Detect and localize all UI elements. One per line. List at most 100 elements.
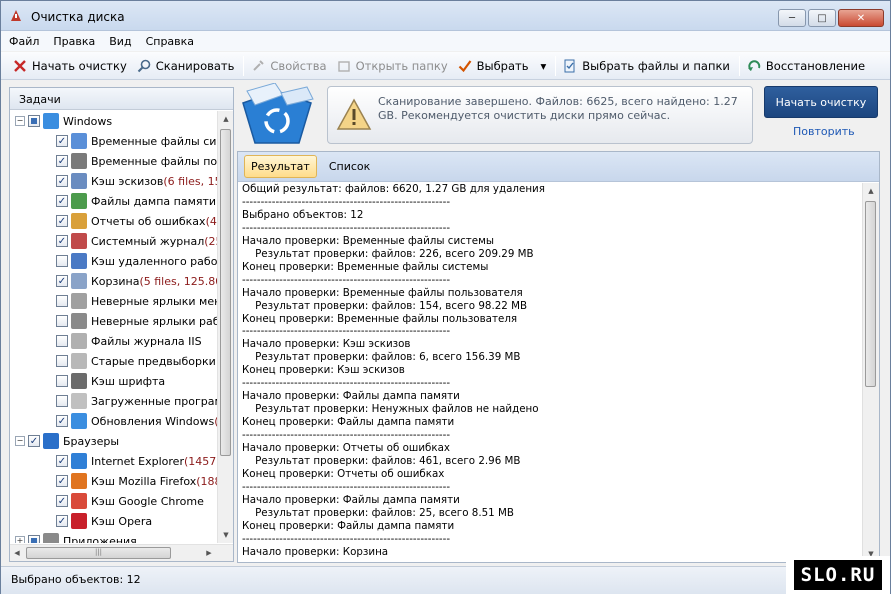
scroll-right-arrow-icon[interactable]: ▶ [202, 545, 216, 561]
tree-checkbox[interactable]: ✓ [56, 455, 68, 467]
tree-item[interactable]: ✓ Кэш Opera [10, 511, 219, 531]
tree-hscroll-thumb[interactable]: ||| [26, 547, 171, 559]
tree-vertical-scrollbar[interactable]: ▲ ▼ [217, 111, 233, 543]
tree-item[interactable]: Файлы журнала IIS [10, 331, 219, 351]
tree-item-stat: (5 files, 125.80 K [139, 274, 219, 288]
tree-item-label: Windows [63, 114, 113, 128]
tree-group[interactable]: − Windows [10, 111, 219, 131]
results-vertical-scrollbar[interactable]: ▲ ▼ [862, 183, 879, 562]
menu-item-0[interactable]: Файл [9, 35, 39, 48]
tab-0[interactable]: Результат [244, 155, 317, 178]
minimize-button[interactable]: ─ [778, 9, 806, 27]
menu-item-3[interactable]: Справка [146, 35, 194, 48]
tree-item[interactable]: Старые предвыборки да [10, 351, 219, 371]
tree-checkbox[interactable] [56, 315, 68, 327]
restore-icon [746, 58, 762, 74]
tree-item[interactable]: ✓ Internet Explorer (1457 file [10, 451, 219, 471]
tree-item[interactable]: ✓ Кэш Google Chrome [10, 491, 219, 511]
tree-checkbox[interactable]: ✓ [28, 435, 40, 447]
toolbar-button-7[interactable]: Выбрать файлы и папки [559, 54, 736, 78]
tree-item-label: Internet Explorer [91, 454, 184, 468]
log-line: ----------------------------------------… [242, 532, 451, 545]
tree-item[interactable]: ✓ Кэш Mozilla Firefox (1885 f [10, 471, 219, 491]
tree-checkbox[interactable]: ✓ [56, 155, 68, 167]
tree-checkbox[interactable] [28, 115, 40, 127]
disk-cleanup-window: Очистка диска ─ □ ✕ Файл Правка Вид Справка… [0, 0, 891, 594]
tree-checkbox[interactable]: ✓ [56, 195, 68, 207]
tasks-tree[interactable]: − Windows ✓ Временные файлы систем ✓ Временны… [10, 111, 219, 543]
tree-item[interactable]: ✓Системный журнал (25 fil [10, 231, 219, 251]
close-button[interactable]: ✕ [838, 9, 884, 27]
tree-item-label: Корзина [91, 274, 140, 288]
tree-horizontal-scrollbar[interactable]: ◀ ||| ▶ [10, 544, 233, 561]
scroll-down-arrow-icon[interactable]: ▼ [218, 527, 234, 543]
tree-item[interactable]: Неверные ярлыки рабоче [10, 311, 219, 331]
scroll-left-arrow-icon[interactable]: ◀ [10, 545, 24, 561]
log-line: ----------------------------------------… [242, 325, 451, 338]
log-line: Конец проверки: Временные файлы системы [242, 260, 489, 273]
toolbar-button-1[interactable]: Сканировать [133, 54, 241, 78]
select-files-icon [562, 58, 578, 74]
chevron-down-icon[interactable]: ▾ [535, 54, 553, 78]
tree-scroll-thumb[interactable] [220, 129, 231, 456]
tree-toggle-icon[interactable]: − [15, 436, 25, 446]
tree-item[interactable]: Загруженные программы [10, 391, 219, 411]
results-scroll-up-icon[interactable]: ▲ [863, 183, 879, 199]
tree-checkbox[interactable] [56, 255, 68, 267]
tree-item[interactable]: Кэш удаленного рабочег [10, 251, 219, 271]
tree-toggle-icon[interactable]: + [15, 536, 25, 543]
log-line: Начало проверки: Отчеты об ошибках [242, 442, 450, 455]
tree-checkbox[interactable] [56, 335, 68, 347]
tree-checkbox[interactable]: ✓ [56, 235, 68, 247]
tree-item[interactable]: Неверные ярлыки меню [10, 291, 219, 311]
tree-item[interactable]: ✓ Корзина (5 files, 125.80 K [10, 271, 219, 291]
tree-checkbox[interactable]: ✓ [56, 475, 68, 487]
toolbar-button-0[interactable]: Начать очистку [9, 54, 133, 78]
tree-item[interactable]: Кэш шрифта [10, 371, 219, 391]
log-line: ----------------------------------------… [242, 273, 451, 286]
status-text: Выбрано объектов: 12 [11, 573, 141, 586]
tree-item-icon [71, 193, 87, 209]
tree-checkbox[interactable]: ✓ [56, 415, 68, 427]
toolbar-button-9[interactable]: Восстановление [743, 54, 871, 78]
maximize-button[interactable]: □ [808, 9, 836, 27]
tree-checkbox[interactable] [28, 535, 40, 543]
start-cleanup-button[interactable]: Начать очистку [764, 86, 878, 118]
tree-item-label: Файлы дампа памяти [91, 194, 217, 208]
tree-item[interactable]: ✓ Временные файлы систем [10, 131, 219, 151]
tree-checkbox[interactable] [56, 355, 68, 367]
tree-item-label: Отчеты об ошибках [91, 214, 206, 228]
tree-item-icon [71, 293, 87, 309]
tree-checkbox[interactable] [56, 295, 68, 307]
tree-checkbox[interactable]: ✓ [56, 135, 68, 147]
tree-item-icon [71, 153, 87, 169]
toolbar-button-3: Свойства [247, 54, 332, 78]
tree-checkbox[interactable] [56, 375, 68, 387]
tree-item[interactable]: ✓ Файлы дампа памяти [10, 191, 219, 211]
results-scroll-thumb[interactable] [865, 201, 876, 387]
tree-toggle-icon[interactable]: − [15, 116, 25, 126]
tree-item[interactable]: ✓ Кэш эскизов (6 files, 156. [10, 171, 219, 191]
tab-1[interactable]: Список [323, 156, 376, 177]
tree-item[interactable]: ✓Отчеты об ошибках (461 [10, 211, 219, 231]
log-line: Начало проверки: Файлы дампа памяти [242, 390, 460, 403]
tree-item-icon [71, 213, 87, 229]
window-title: Очистка диска [31, 10, 125, 24]
menu-item-2[interactable]: Вид [109, 35, 131, 48]
tree-checkbox[interactable]: ✓ [56, 215, 68, 227]
open-folder-icon [336, 58, 352, 74]
menu-item-1[interactable]: Правка [53, 35, 95, 48]
watermark-logo: SLO.RU [786, 556, 890, 594]
tree-checkbox[interactable]: ✓ [56, 515, 68, 527]
tree-group[interactable]: − ✓ Браузеры [10, 431, 219, 451]
scroll-up-arrow-icon[interactable]: ▲ [218, 111, 234, 127]
toolbar-button-5[interactable]: Выбрать [454, 54, 535, 78]
tree-item[interactable]: ✓ Временные файлы пользо [10, 151, 219, 171]
tree-checkbox[interactable] [56, 395, 68, 407]
repeat-link[interactable]: Повторить [793, 125, 855, 138]
tree-item[interactable]: ✓Обновления Windows (24 [10, 411, 219, 431]
tree-group[interactable]: + Приложения [10, 531, 219, 543]
tree-checkbox[interactable]: ✓ [56, 275, 68, 287]
tree-checkbox[interactable]: ✓ [56, 175, 68, 187]
tree-checkbox[interactable]: ✓ [56, 495, 68, 507]
